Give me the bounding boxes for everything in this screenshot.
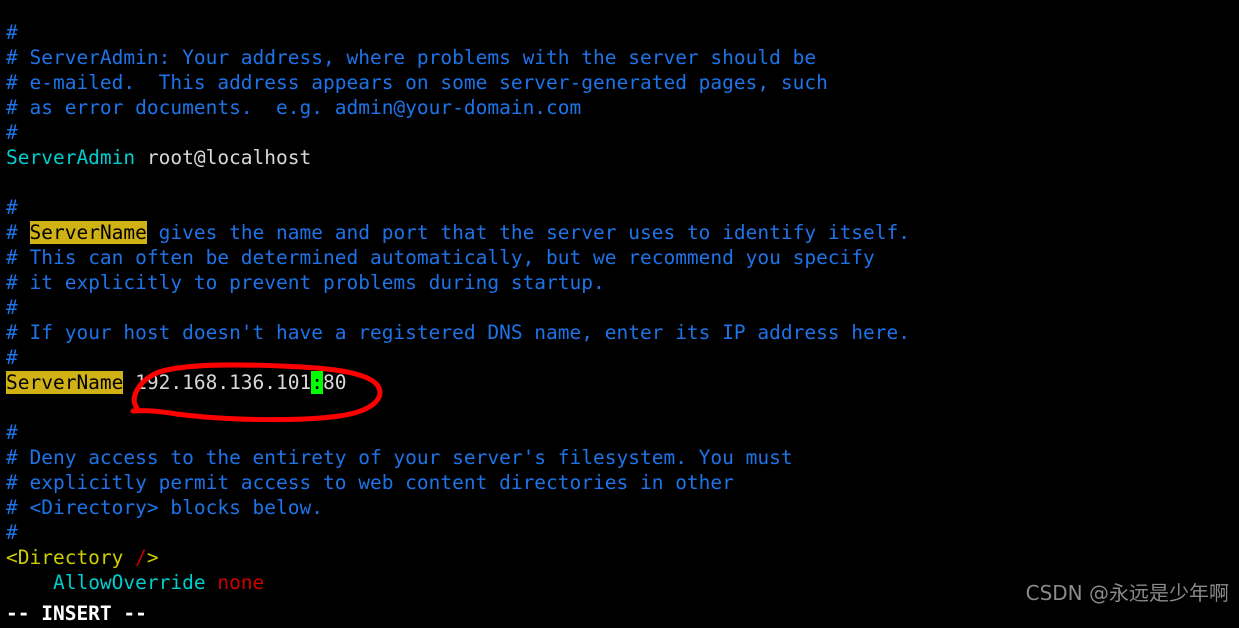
editor-line: # xyxy=(6,120,1239,145)
editor-line: # xyxy=(6,195,1239,220)
editor-line: # as error documents. e.g. admin@your-do… xyxy=(6,95,1239,120)
editor-line: # ServerAdmin: Your address, where probl… xyxy=(6,45,1239,70)
editor-line: # xyxy=(6,420,1239,445)
comment-hash: # xyxy=(6,521,18,544)
comment-text: gives the name and port that the server … xyxy=(146,221,911,244)
comment-hash: # xyxy=(6,321,18,344)
comment-hash: # xyxy=(6,271,18,294)
comment-text: as error documents. e.g. admin@your-doma… xyxy=(17,96,582,119)
comment-hash: # xyxy=(6,71,18,94)
editor-line: # xyxy=(6,345,1239,370)
comment-text: ServerAdmin: Your address, where problem… xyxy=(17,46,817,69)
comment-hash: # xyxy=(6,21,18,44)
comment-text: This can often be determined automatical… xyxy=(17,246,875,269)
editor-line-servername-comment: # ServerName gives the name and port tha… xyxy=(6,220,1239,245)
editor-line: # explicitly permit access to web conten… xyxy=(6,470,1239,495)
comment-hash: # xyxy=(6,246,18,269)
editor-line: # xyxy=(6,20,1239,45)
comment-hash: # xyxy=(6,296,18,319)
comment-text: Deny access to the entirety of your serv… xyxy=(17,446,793,469)
editor-line: # e-mailed. This address appears on some… xyxy=(6,70,1239,95)
comment-hash: # xyxy=(6,121,18,144)
comment-space xyxy=(18,221,30,244)
search-match-highlight: ServerName xyxy=(29,221,147,244)
editor-line: # Deny access to the entirety of your se… xyxy=(6,445,1239,470)
directive-allowoverride: AllowOverride xyxy=(52,571,206,594)
comment-hash: # xyxy=(6,46,18,69)
comment-text: explicitly permit access to web content … xyxy=(17,471,734,494)
vim-status-line: -- INSERT -- xyxy=(6,602,147,625)
directory-tag-close: > xyxy=(146,546,159,569)
comment-hash: # xyxy=(6,421,18,444)
editor-line: # xyxy=(6,520,1239,545)
editor-line-servername-directive: ServerName 192.168.136.101:80 xyxy=(6,370,1239,395)
comment-text: If your host doesn't have a registered D… xyxy=(17,321,910,344)
editor-line-blank xyxy=(6,170,1239,195)
editor-line: # This can often be determined automatic… xyxy=(6,245,1239,270)
editor-line: # it explicitly to prevent problems duri… xyxy=(6,270,1239,295)
comment-text: it explicitly to prevent problems during… xyxy=(17,271,605,294)
servername-port-value: 80 xyxy=(323,371,347,394)
comment-hash: # xyxy=(6,496,18,519)
comment-hash: # xyxy=(6,96,18,119)
csdn-watermark: CSDN @永远是少年啊 xyxy=(1025,581,1229,605)
editor-line-serveradmin: ServerAdmin root@localhost xyxy=(6,145,1239,170)
text-cursor: : xyxy=(311,371,323,394)
search-match-highlight: ServerName xyxy=(6,371,124,394)
comment-hash: # xyxy=(6,196,18,219)
terminal-window[interactable]: # # ServerAdmin: Your address, where pro… xyxy=(0,0,1239,628)
comment-hash: # xyxy=(6,346,18,369)
editor-line-blank xyxy=(6,395,1239,420)
comment-hash: # xyxy=(6,446,18,469)
serveradmin-value: root@localhost xyxy=(135,146,312,169)
servername-ip-value: 192.168.136.101 xyxy=(123,371,312,394)
comment-hash: # xyxy=(6,221,18,244)
editor-line: # <Directory> blocks below. xyxy=(6,495,1239,520)
vim-text-buffer[interactable]: # # ServerAdmin: Your address, where pro… xyxy=(6,20,1239,595)
editor-line: # xyxy=(6,295,1239,320)
allowoverride-value: none xyxy=(205,571,265,594)
comment-hash: # xyxy=(6,471,18,494)
editor-line-directory-tag: <Directory /> xyxy=(6,545,1239,570)
directory-tag-slash: / xyxy=(135,546,147,569)
directory-tag-open: <Directory xyxy=(6,546,136,569)
comment-text: <Directory> blocks below. xyxy=(17,496,323,519)
directive-serveradmin: ServerAdmin xyxy=(6,146,136,169)
editor-line: # If your host doesn't have a registered… xyxy=(6,320,1239,345)
comment-text: e-mailed. This address appears on some s… xyxy=(17,71,828,94)
